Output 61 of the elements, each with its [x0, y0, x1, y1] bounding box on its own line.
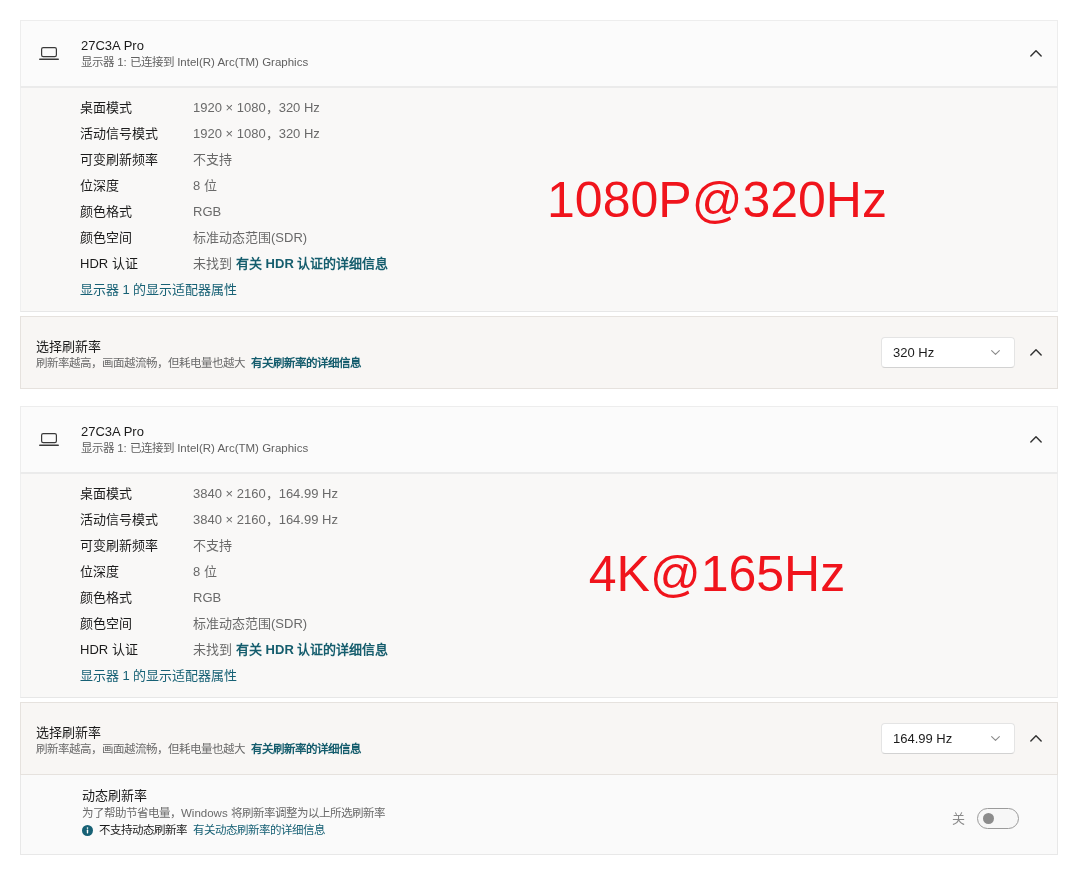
adapter-properties-link[interactable]: 显示器 1 的显示适配器属性: [80, 280, 238, 300]
chevron-down-icon: [991, 349, 1000, 356]
annotation-text: 1080P@320Hz: [547, 171, 887, 228]
laptop-icon: [39, 47, 59, 60]
display-subtitle: 显示器 1: 已连接到 Intel(R) Arc(TM) Graphics: [81, 55, 309, 70]
detail-label: 桌面模式: [80, 485, 133, 504]
chevron-down-icon: [991, 735, 1000, 742]
dynamic-refresh-title: 动态刷新率: [82, 786, 148, 805]
dynamic-refresh-info-link[interactable]: 有关动态刷新率的详细信息: [193, 821, 325, 839]
laptop-icon: [39, 433, 59, 446]
detail-label: 活动信号模式: [80, 511, 159, 530]
refresh-rate-dropdown[interactable]: 320 Hz: [881, 337, 1015, 368]
annotation-text: 4K@165Hz: [588, 545, 846, 602]
detail-value: 标准动态范围(SDR): [193, 229, 309, 248]
dynamic-refresh-toggle[interactable]: [977, 808, 1019, 829]
dynamic-refresh-description: 为了帮助节省电量，Windows 将刷新率调整为以上所选刷新率: [82, 805, 385, 821]
detail-label: 位深度: [80, 563, 120, 582]
detail-value: 不支持: [193, 151, 233, 170]
detail-label: 颜色空间: [80, 615, 133, 634]
unsupported-notice: 不支持动态刷新率: [99, 822, 187, 838]
info-link[interactable]: 有关 HDR 认证的详细信息: [236, 640, 389, 660]
detail-label: 可变刷新频率: [80, 537, 159, 556]
detail-label: 颜色格式: [80, 203, 133, 222]
detail-value: 标准动态范围(SDR): [193, 615, 309, 634]
detail-value: 未找到: [193, 255, 232, 274]
info-icon: [82, 824, 93, 836]
detail-label: 位深度: [80, 177, 120, 196]
detail-value: 3840 × 2160，164.99 Hz: [193, 511, 339, 530]
refresh-rate-title: 选择刷新率: [36, 724, 102, 741]
detail-label: 活动信号模式: [80, 125, 159, 144]
detail-label: HDR 认证: [80, 641, 139, 660]
chevron-up-icon[interactable]: [1030, 349, 1042, 356]
detail-label: HDR 认证: [80, 255, 139, 274]
detail-value: 1920 × 1080，320 Hz: [193, 99, 321, 118]
refresh-rate-title: 选择刷新率: [36, 338, 102, 355]
detail-value: 未找到: [193, 641, 232, 660]
detail-value: 1920 × 1080，320 Hz: [193, 125, 321, 144]
detail-value: 8 位: [193, 177, 218, 196]
detail-label: 可变刷新频率: [80, 151, 159, 170]
chevron-up-icon[interactable]: [1030, 735, 1042, 742]
detail-value: RGB: [193, 203, 223, 222]
adapter-properties-link[interactable]: 显示器 1 的显示适配器属性: [80, 666, 238, 686]
detail-value: 不支持: [193, 537, 233, 556]
refresh-rate-info-link[interactable]: 有关刷新率的详细信息: [251, 741, 361, 757]
display-subtitle: 显示器 1: 已连接到 Intel(R) Arc(TM) Graphics: [81, 441, 309, 456]
detail-label: 颜色格式: [80, 589, 133, 608]
chevron-up-icon[interactable]: [1030, 436, 1042, 443]
detail-label: 桌面模式: [80, 99, 133, 118]
refresh-rate-info-link[interactable]: 有关刷新率的详细信息: [251, 355, 361, 371]
refresh-rate-description: 刷新率越高，画面越流畅，但耗电量也越大: [36, 742, 245, 757]
detail-value: 3840 × 2160，164.99 Hz: [193, 485, 339, 504]
display-name: 27C3A Pro: [81, 423, 145, 440]
detail-label: 颜色空间: [80, 229, 133, 248]
detail-value: RGB: [193, 589, 223, 608]
refresh-rate-dropdown[interactable]: 164.99 Hz: [881, 723, 1015, 754]
info-link[interactable]: 有关 HDR 认证的详细信息: [236, 254, 389, 274]
refresh-rate-description: 刷新率越高，画面越流畅，但耗电量也越大: [36, 356, 245, 371]
detail-value: 8 位: [193, 563, 218, 582]
display-name: 27C3A Pro: [81, 37, 145, 54]
toggle-state-label: 关: [952, 809, 965, 828]
chevron-up-icon[interactable]: [1030, 50, 1042, 57]
